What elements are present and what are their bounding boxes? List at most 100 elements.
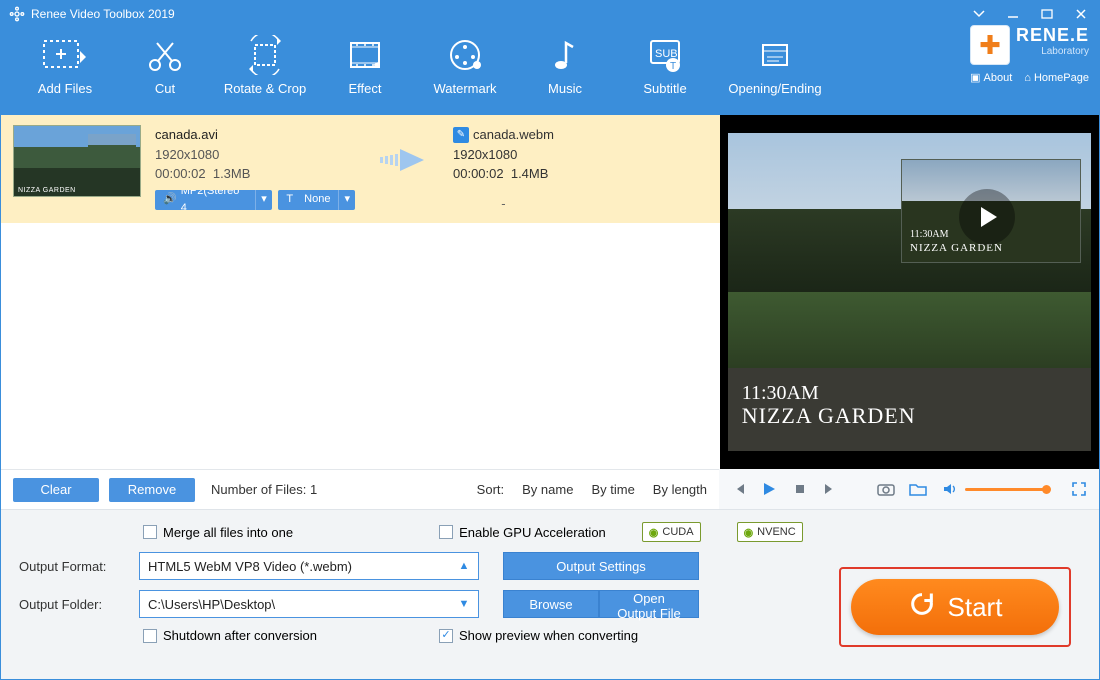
rotate-crop-icon (215, 33, 315, 77)
text-icon: T (286, 191, 293, 208)
opening-ending-icon (715, 33, 835, 77)
dest-size: 1.4MB (511, 166, 549, 181)
audio-track-pill[interactable]: 🔊MP2(Stereo 4 ▾ (155, 190, 272, 210)
file-row[interactable]: NIZZA GARDEN canada.avi 1920x1080 00:00:… (1, 115, 720, 223)
source-size: 1.3MB (213, 166, 251, 181)
toolbar-cut[interactable]: Cut (115, 33, 215, 115)
list-footer: Clear Remove Number of Files: 1 Sort: By… (1, 469, 719, 509)
browse-button[interactable]: Browse (503, 590, 599, 618)
output-folder-select[interactable]: C:\Users\HP\Desktop\ ▼ (139, 590, 479, 618)
toolbar-label: Add Files (15, 81, 115, 96)
chevron-down-icon[interactable]: ▾ (338, 190, 355, 210)
merge-checkbox[interactable] (143, 525, 157, 539)
output-format-label: Output Format: (19, 559, 139, 574)
output-folder-label: Output Folder: (19, 597, 139, 612)
open-folder-icon[interactable] (909, 480, 927, 498)
home-icon: ⌂ (1024, 72, 1031, 84)
prev-track-icon[interactable] (731, 480, 747, 498)
music-icon (515, 33, 615, 77)
source-filename: canada.avi (155, 125, 355, 145)
toolbar-music[interactable]: Music (515, 33, 615, 115)
clear-button[interactable]: Clear (13, 478, 99, 502)
source-thumbnail: NIZZA GARDEN (13, 125, 141, 197)
toolbar-label: Watermark (415, 81, 515, 96)
sort-by-name[interactable]: By name (522, 482, 573, 497)
start-button[interactable]: Start (851, 579, 1059, 635)
remove-button[interactable]: Remove (109, 478, 195, 502)
chevron-up-icon[interactable]: ▲ (450, 560, 478, 572)
toolbar-watermark[interactable]: Watermark (415, 33, 515, 115)
volume-icon[interactable] (941, 480, 959, 498)
speaker-icon: 🔊 (163, 191, 177, 208)
cut-icon (115, 33, 215, 77)
source-duration: 00:00:02 (155, 166, 206, 181)
merge-label: Merge all files into one (163, 525, 293, 540)
subtitle-icon: SUBT (615, 33, 715, 77)
play-icon[interactable] (761, 480, 777, 498)
dest-filename: canada.webm (473, 125, 554, 145)
close-icon[interactable] (1071, 7, 1091, 21)
nvenc-chip: ◉NVENC (737, 522, 803, 542)
chevron-down-icon[interactable]: ▼ (450, 598, 478, 610)
source-resolution: 1920x1080 (155, 145, 355, 165)
preview-time-caption: 11:30AM (742, 382, 819, 405)
window-title: Renee Video Toolbox 2019 (31, 7, 175, 21)
shutdown-label: Shutdown after conversion (163, 628, 317, 643)
homepage-link[interactable]: ⌂HomePage (1024, 72, 1089, 84)
stop-icon[interactable] (791, 480, 807, 498)
shutdown-checkbox[interactable] (143, 629, 157, 643)
bottom-panel: Merge all files into one Enable GPU Acce… (1, 509, 1099, 679)
cuda-chip: ◉CUDA (642, 522, 701, 542)
camera-icon: ▣ (970, 71, 980, 84)
gpu-checkbox[interactable] (439, 525, 453, 539)
toolbar-effect[interactable]: Effect (315, 33, 415, 115)
toolbar-rotate-crop[interactable]: Rotate & Crop (215, 33, 315, 115)
toolbar-add-files[interactable]: Add Files (15, 33, 115, 115)
file-list-pane: NIZZA GARDEN canada.avi 1920x1080 00:00:… (1, 115, 720, 469)
preview-pane: 11:30AM NIZZA GARDEN 11:30AM NIZZA GARDE… (720, 115, 1099, 469)
brand-badge-icon: ✚ (970, 25, 1010, 65)
chevron-down-icon[interactable]: ▾ (255, 190, 273, 210)
toolbar-label: Rotate & Crop (215, 81, 315, 96)
app-icon (9, 6, 25, 22)
next-track-icon[interactable] (822, 480, 838, 498)
brand-sub: Laboratory (1016, 46, 1089, 57)
gpu-label: Enable GPU Acceleration (459, 525, 606, 540)
toolbar-label: Music (515, 81, 615, 96)
sort-label: Sort: (477, 482, 504, 497)
sort-by-time[interactable]: By time (591, 482, 634, 497)
menu-dropdown-icon[interactable] (969, 7, 989, 21)
toolbar-label: Opening/Ending (715, 81, 835, 96)
snapshot-icon[interactable] (877, 480, 895, 498)
show-preview-checkbox[interactable] (439, 629, 453, 643)
file-count-label: Number of Files: 1 (211, 482, 317, 497)
convert-arrow-icon (369, 145, 439, 175)
minimize-icon[interactable] (1003, 7, 1023, 21)
fullscreen-icon[interactable] (1071, 480, 1087, 498)
dest-dash: - (453, 194, 554, 214)
add-files-icon (15, 33, 115, 77)
toolbar: Add Files Cut Rotate & Crop Effect Water… (1, 27, 1099, 115)
toolbar-label: Effect (315, 81, 415, 96)
volume-slider[interactable] (965, 488, 1047, 491)
output-format-select[interactable]: HTML5 WebM VP8 Video (*.webm) ▲ (139, 552, 479, 580)
brand-logo: ✚ RENE.E Laboratory (970, 25, 1089, 65)
toolbar-label: Cut (115, 81, 215, 96)
preview-place-caption: NIZZA GARDEN (742, 403, 916, 429)
toolbar-opening-ending[interactable]: Opening/Ending (715, 33, 835, 115)
toolbar-subtitle[interactable]: SUBT Subtitle (615, 33, 715, 115)
toolbar-label: Subtitle (615, 81, 715, 96)
open-output-folder-button[interactable]: Open Output File (599, 590, 699, 618)
refresh-icon (908, 590, 936, 625)
svg-text:T: T (670, 61, 676, 72)
about-link[interactable]: ▣About (970, 71, 1012, 84)
preview-play-button[interactable] (959, 189, 1015, 245)
edit-output-icon[interactable]: ✎ (453, 127, 469, 143)
start-highlight: Start (839, 567, 1071, 647)
output-settings-button[interactable]: Output Settings (503, 552, 699, 580)
sort-by-length[interactable]: By length (653, 482, 707, 497)
subtitle-track-pill[interactable]: T None ▾ (278, 190, 355, 210)
maximize-icon[interactable] (1037, 7, 1057, 21)
preview-video[interactable]: 11:30AM NIZZA GARDEN 11:30AM NIZZA GARDE… (728, 133, 1091, 451)
titlebar: Renee Video Toolbox 2019 (1, 1, 1099, 27)
